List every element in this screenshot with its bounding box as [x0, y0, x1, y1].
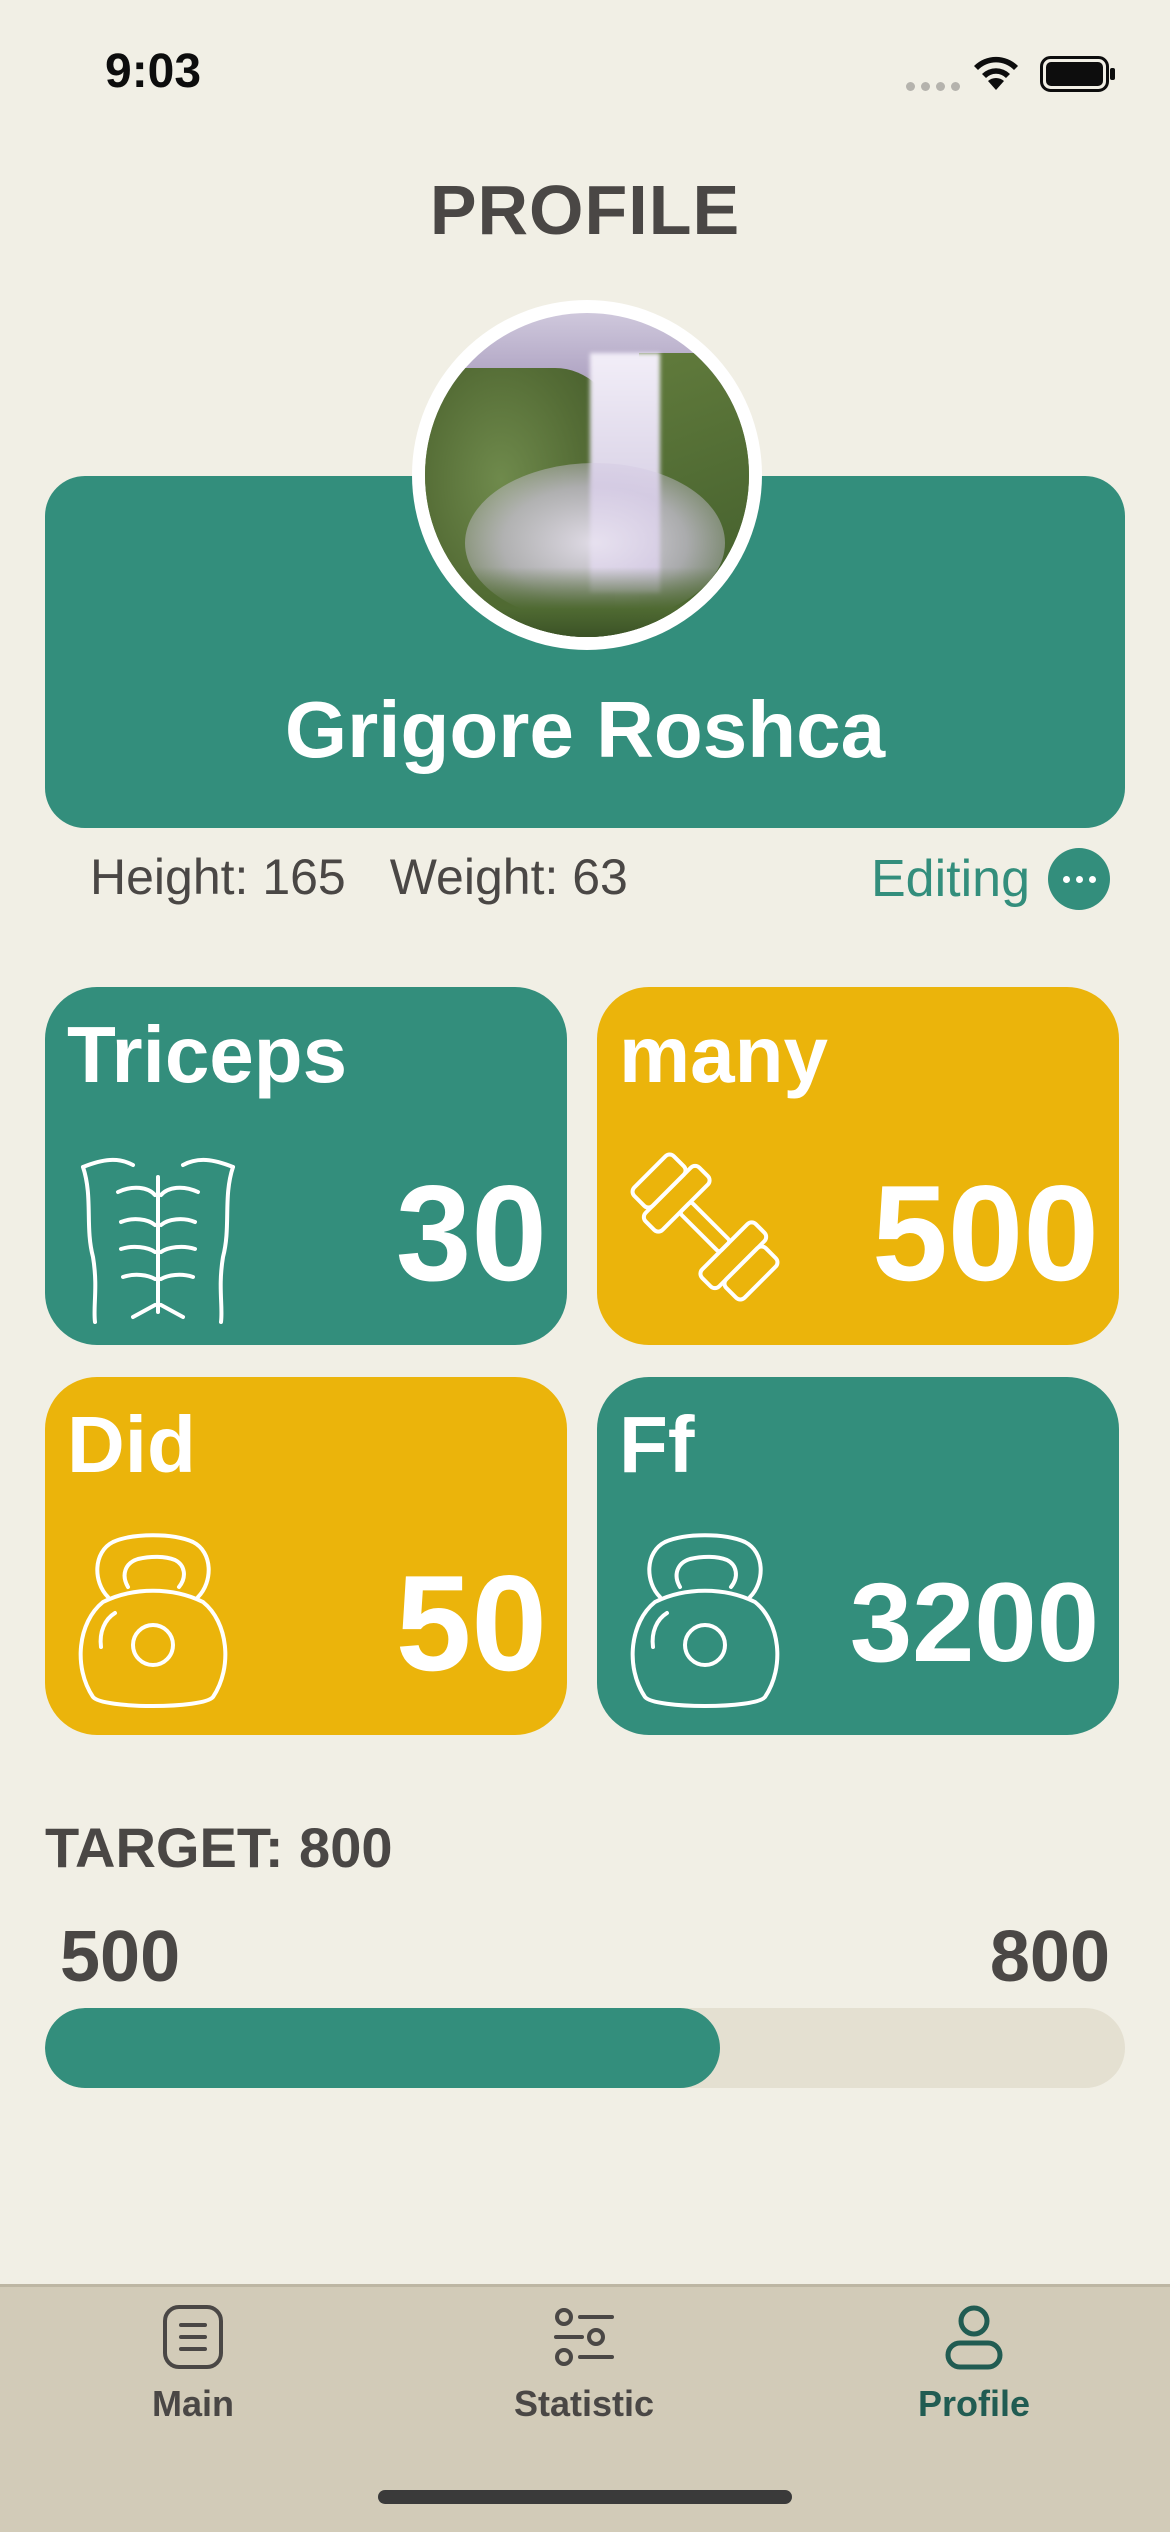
progress-fill	[45, 2008, 720, 2088]
progress-max: 800	[989, 1917, 1110, 1997]
progress-current: 500	[60, 1917, 181, 1997]
kettlebell-icon	[630, 1533, 780, 1708]
status-time: 9:03	[105, 45, 202, 98]
tile-title: Ff	[619, 1400, 695, 1489]
profile-name: Grigore Roshca	[284, 685, 886, 774]
more-icon[interactable]	[1048, 848, 1110, 910]
exercise-tile-ff[interactable]: Ff 3200	[597, 1377, 1119, 1735]
kettlebell-icon	[78, 1533, 228, 1708]
tile-title: Did	[67, 1400, 196, 1489]
tile-value: 30	[395, 1157, 547, 1309]
avatar[interactable]	[412, 300, 762, 650]
tab-statistic[interactable]: Statistic	[434, 2303, 734, 2473]
tab-label: Main	[151, 2383, 234, 2424]
body-stats: Height: 165 Weight: 63	[90, 848, 628, 906]
battery-icon	[1040, 56, 1115, 92]
exercise-tile-did[interactable]: Did 50	[45, 1377, 567, 1735]
signal-dots-icon	[906, 82, 960, 91]
wifi-icon	[974, 56, 1018, 90]
tab-main[interactable]: Main	[43, 2303, 343, 2473]
tile-title: many	[619, 1010, 828, 1099]
exercise-tile-triceps[interactable]: Triceps 30	[45, 987, 567, 1345]
editing-button[interactable]: Editing	[871, 848, 1110, 910]
avatar-photo	[425, 313, 749, 637]
tab-label: Profile	[917, 2383, 1031, 2424]
target-label: TARGET: 800	[45, 1816, 393, 1879]
person-icon	[945, 2305, 1003, 2370]
home-indicator	[378, 2490, 792, 2504]
sliders-icon	[554, 2308, 614, 2366]
tile-value: 50	[395, 1547, 547, 1699]
editing-label: Editing	[871, 850, 1030, 908]
tile-value: 3200	[849, 1560, 1099, 1685]
dumbbell-icon	[630, 1152, 780, 1302]
exercise-tile-many[interactable]: many 500	[597, 987, 1119, 1345]
tile-title: Triceps	[67, 1010, 348, 1099]
weight-stat: Weight: 63	[389, 849, 628, 905]
list-icon	[163, 2305, 223, 2369]
tile-value: 500	[872, 1157, 1099, 1309]
tab-profile[interactable]: Profile	[824, 2303, 1124, 2473]
height-stat: Height: 165	[90, 849, 346, 905]
page-title: PROFILE	[429, 171, 741, 249]
abs-icon	[81, 1158, 235, 1324]
profile-screen: 9:03 PROFILE Grigore Roshca Height: 165 …	[0, 0, 1170, 2532]
progress-bar	[45, 2008, 1125, 2088]
tab-label: Statistic	[513, 2383, 655, 2424]
